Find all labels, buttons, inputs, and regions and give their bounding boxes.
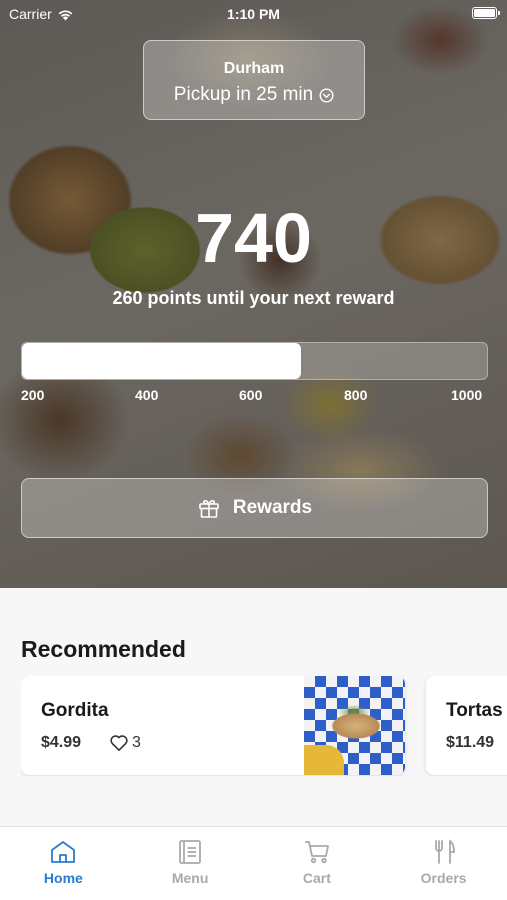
rewards-progress-fill bbox=[22, 343, 301, 379]
location-selector[interactable]: Durham Pickup in 25 min bbox=[143, 40, 365, 120]
rewards-button-label: Rewards bbox=[232, 497, 313, 518]
item-name: Gordita bbox=[41, 700, 109, 721]
rewards-progress-bar bbox=[21, 342, 488, 380]
item-name: Tortas bbox=[446, 700, 503, 721]
home-icon bbox=[51, 841, 76, 863]
menu-icon bbox=[179, 840, 202, 864]
gift-icon bbox=[199, 499, 219, 518]
tab-label: Orders bbox=[420, 870, 467, 886]
item-price: $4.99 bbox=[41, 734, 82, 751]
tab-label: Menu bbox=[171, 870, 209, 886]
recommended-item-card[interactable]: Gordita $4.99 3 bbox=[21, 676, 405, 775]
recommended-heading: Recommended bbox=[21, 636, 186, 662]
item-likes-count: 3 bbox=[132, 734, 141, 751]
recommended-item-card[interactable]: Tortas $11.49 bbox=[426, 676, 507, 775]
tab-menu[interactable]: Menu bbox=[127, 827, 254, 900]
tab-home[interactable]: Home bbox=[0, 827, 127, 900]
heart-icon bbox=[110, 735, 128, 751]
item-price: $11.49 bbox=[446, 734, 495, 751]
progress-tick-label: 600 bbox=[239, 387, 263, 403]
tab-orders[interactable]: Orders bbox=[380, 827, 507, 900]
tab-bar: Home Menu Cart Orders bbox=[0, 826, 507, 900]
pickup-time: Pickup in 25 min bbox=[144, 84, 364, 106]
progress-tick-label: 400 bbox=[135, 387, 159, 403]
points-remaining-text: 260 points until your next reward bbox=[112, 288, 395, 308]
clock: 1:10 PM bbox=[227, 6, 280, 22]
points-total: 740 bbox=[195, 199, 312, 277]
tab-label: Cart bbox=[302, 870, 331, 886]
cart-icon bbox=[304, 841, 329, 864]
item-photo bbox=[304, 676, 405, 775]
location-city: Durham bbox=[223, 60, 285, 77]
tab-cart[interactable]: Cart bbox=[254, 827, 381, 900]
recommended-carousel[interactable]: Gordita $4.99 3 Tortas $11.49 bbox=[21, 676, 507, 776]
chevron-down-circle-icon bbox=[319, 87, 334, 103]
item-likes: 3 bbox=[109, 734, 141, 752]
progress-tick-label: 800 bbox=[344, 387, 368, 403]
utensils-icon bbox=[434, 839, 455, 864]
hero-background: Carrier 1:10 PM Durham Pickup in 25 min bbox=[0, 0, 507, 588]
status-bar: Carrier 1:10 PM bbox=[0, 0, 507, 28]
rewards-button[interactable]: Rewards bbox=[21, 478, 488, 538]
pickup-label: Pickup in 25 min bbox=[173, 84, 314, 105]
battery-icon bbox=[472, 7, 500, 19]
progress-tick-label: 200 bbox=[21, 387, 45, 403]
progress-tick-label: 1000 bbox=[451, 387, 483, 403]
tab-label: Home bbox=[43, 870, 83, 886]
